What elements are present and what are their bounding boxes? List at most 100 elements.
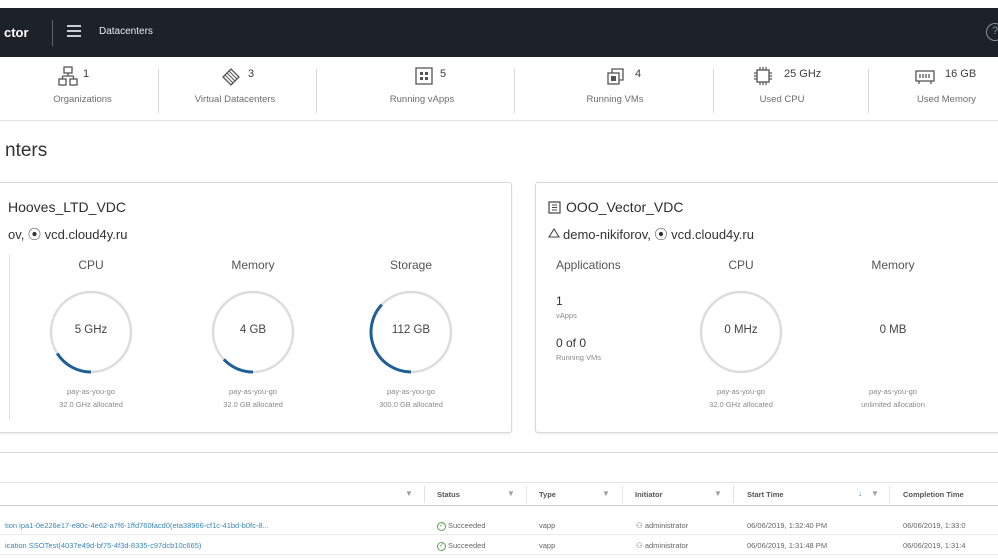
user-icon: ⚇ — [636, 521, 645, 530]
vdc-card-vector[interactable]: OOO_Vector_VDC demo-nikiforov, ⦿ vcd.clo… — [535, 182, 998, 433]
gauge-storage: 112 GB — [365, 286, 457, 378]
initiator-text: administrator — [644, 541, 689, 550]
vdc-card-title[interactable]: Hooves_LTD_VDC — [8, 199, 126, 215]
column-header-type[interactable]: Type — [539, 490, 556, 499]
table-row[interactable]: ication SSOTest(4037e49d-bf75-4f3d-8335-… — [0, 536, 998, 555]
billing-plan: pay-as-you-go — [229, 387, 277, 396]
column-separator — [622, 486, 623, 503]
column-header-completion-time[interactable]: Completion Time — [903, 490, 964, 499]
stat-label: Virtual Datacenters — [194, 94, 276, 105]
gauge-arc — [55, 352, 92, 374]
column-header-status[interactable]: Status — [437, 490, 460, 499]
running-vms-label: Running VMs — [556, 353, 602, 362]
allocation: unlimited allocation — [861, 400, 925, 409]
success-icon: ✓ — [437, 541, 446, 551]
metric-cpu: CPU 0 MHz pay-as-you-go 32.0 GHz allocat… — [686, 258, 796, 409]
stat-divider — [158, 69, 159, 113]
stat-label: Organizations — [53, 94, 112, 105]
allocation: 300.0 GB allocated — [379, 400, 443, 409]
stat-divider — [713, 69, 714, 113]
stat-label: Running VMs — [586, 94, 644, 105]
nav-divider — [52, 20, 53, 46]
stat-value: 4 — [635, 68, 642, 80]
initiator-cell: ⚇ administrator — [636, 541, 688, 550]
status-cell: ✓ Succeeded — [437, 521, 486, 531]
vapps-count: 1 — [556, 294, 563, 308]
page-title: nters — [5, 140, 48, 161]
virtual-datacenters-icon — [222, 68, 240, 86]
gauge-memory: 4 GB — [207, 286, 299, 378]
type-cell: vapp — [539, 541, 556, 550]
stat-value: 3 — [248, 68, 255, 80]
task-name-link[interactable]: ication SSOTest(4037e49d-bf75-4f3d-8335-… — [5, 541, 415, 550]
gauge-memory: 0 MB — [847, 286, 939, 378]
filter-icon[interactable]: ▼ — [714, 489, 722, 498]
stat-running-vms: 4 Running VMs — [555, 57, 675, 120]
gauge-value: 0 MHz — [724, 324, 758, 336]
gauge-arc — [222, 358, 254, 374]
metric-label: CPU — [728, 258, 754, 272]
app-name[interactable]: ctor — [4, 25, 29, 40]
organization-icon — [548, 227, 560, 238]
metric-label: Storage — [389, 258, 433, 272]
billing-plan: pay-as-you-go — [387, 387, 435, 396]
status-text: Succeeded — [448, 521, 486, 530]
vdc-card-hooves[interactable]: Hooves_LTD_VDC ov, ⦿ vcd.cloud4y.ru CPU … — [0, 182, 512, 433]
stat-label: Used Memory — [916, 94, 977, 105]
table-row[interactable]: tion ipa1-0e226e17-e80c-4e62-a7f6-1ffd76… — [0, 516, 998, 535]
filter-icon[interactable]: ▼ — [602, 489, 610, 498]
vdc-card-title[interactable]: OOO_Vector_VDC — [566, 199, 684, 215]
running-vapps-icon — [415, 67, 433, 85]
cpu-icon — [754, 67, 772, 85]
vdc-card-subtitle: ov, ⦿ vcd.cloud4y.ru — [8, 227, 128, 242]
filter-icon[interactable]: ▼ — [405, 489, 413, 498]
help-icon[interactable]: ? — [986, 23, 998, 41]
stat-value: 16 GB — [945, 68, 977, 80]
nav-title-datacenters[interactable]: Datacenters — [99, 26, 153, 37]
stat-used-cpu: 25 GHz Used CPU — [732, 57, 832, 120]
start-time-cell: 06/06/2019, 1:31:48 PM — [747, 541, 828, 550]
section-divider — [0, 452, 998, 453]
stat-organizations: 1 Organizations — [20, 57, 145, 120]
organizations-icon — [58, 66, 78, 86]
running-vms-icon — [607, 68, 624, 85]
card-divider — [9, 255, 10, 420]
type-cell: vapp — [539, 521, 556, 530]
column-separator — [889, 486, 890, 503]
column-separator — [424, 486, 425, 503]
stat-divider — [868, 69, 869, 113]
stat-label: Running vApps — [389, 94, 455, 105]
stat-divider — [514, 69, 515, 113]
initiator-text: administrator — [644, 521, 689, 530]
stat-divider — [316, 69, 317, 113]
stat-value: 5 — [440, 68, 447, 80]
billing-plan: pay-as-you-go — [717, 387, 765, 396]
status-cell: ✓ Succeeded — [437, 541, 486, 551]
success-icon: ✓ — [437, 521, 446, 531]
filter-icon[interactable]: ▼ — [871, 489, 879, 498]
stat-value: 25 GHz — [784, 68, 822, 80]
column-header-start-time[interactable]: Start Time — [747, 490, 784, 499]
task-name-link[interactable]: tion ipa1-0e226e17-e80c-4e62-a7f6-1ffd76… — [5, 521, 415, 530]
stat-virtual-datacenters: 3 Virtual Datacenters — [170, 57, 300, 120]
sort-descending-icon[interactable]: ↓ — [858, 489, 862, 498]
gauge-cpu: 0 MHz — [695, 286, 787, 378]
initiator-cell: ⚇ administrator — [636, 521, 688, 530]
menu-icon[interactable] — [67, 25, 81, 37]
gauge-cpu: 5 GHz — [45, 286, 137, 378]
gauge-value: 112 GB — [391, 324, 431, 336]
column-header-initiator[interactable]: Initiator — [635, 490, 663, 499]
stats-divider — [0, 120, 998, 121]
stat-running-vapps: 5 Running vApps — [362, 57, 482, 120]
column-separator — [733, 486, 734, 503]
vapps-label: vApps — [556, 311, 577, 320]
filter-icon[interactable]: ▼ — [507, 489, 515, 498]
column-separator — [526, 486, 527, 503]
datacenter-icon — [548, 201, 561, 214]
status-text: Succeeded — [448, 541, 486, 550]
completion-time-cell: 06/06/2019, 1:33:0 — [903, 521, 966, 530]
running-vms-count: 0 of 0 — [556, 336, 587, 350]
metric-memory: Memory 0 MB pay-as-you-go unlimited allo… — [838, 258, 948, 409]
summary-stats: 1 Organizations 3 Virtual Datacenters 5 … — [0, 57, 998, 120]
completion-time-cell: 06/06/2019, 1:31:4 — [903, 541, 966, 550]
